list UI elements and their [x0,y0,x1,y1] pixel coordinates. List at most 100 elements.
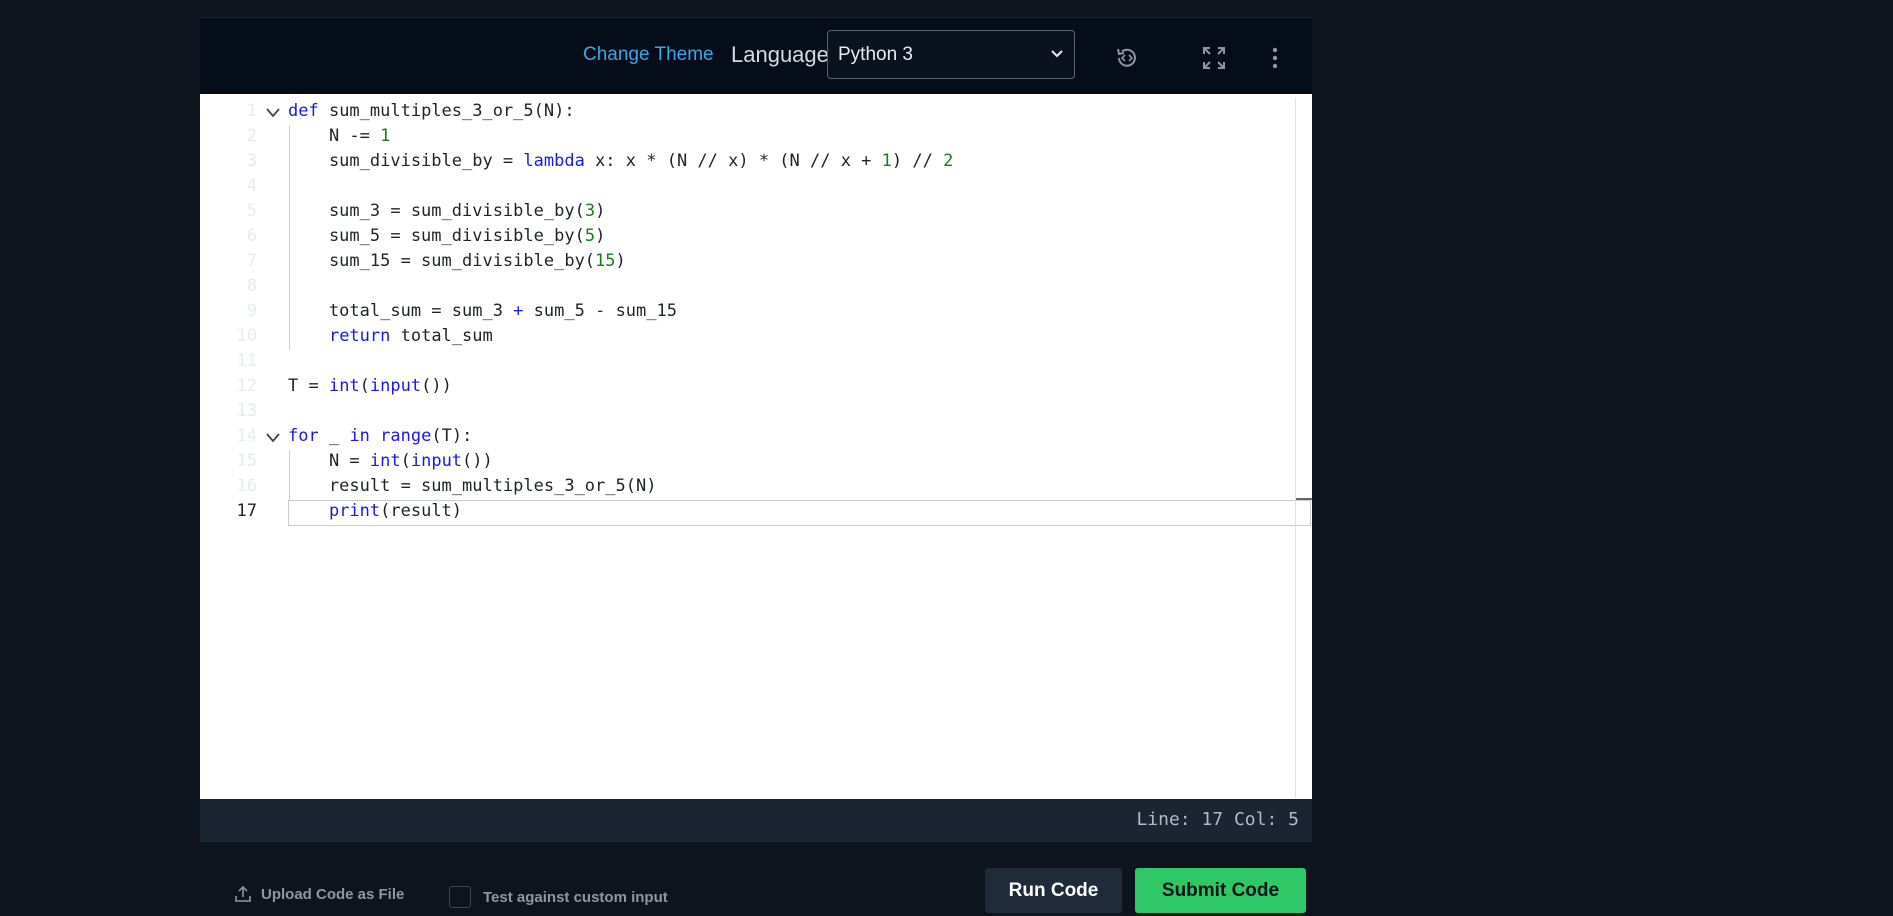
code-token: range [380,426,432,446]
code-token: ( [359,376,370,396]
code-token: total_sum [390,326,493,346]
code-token: int [328,376,360,396]
line-number: 9 [246,301,257,321]
submit-code-button[interactable]: Submit Code [1135,868,1306,913]
code-token: result = sum_multiples_3_or_5(N) [288,476,657,496]
code-token: T = [288,376,329,396]
code-token: input [410,451,463,471]
code-text: print(result) [288,501,462,521]
fold-chevron-icon[interactable] [265,106,281,120]
history-icon[interactable] [1113,44,1141,72]
code-line[interactable]: 1 def sum_multiples_3_or_5(N): [200,101,1312,126]
code-line[interactable]: 11 [200,351,1312,376]
line-number: 1 [246,101,257,121]
code-token: 2 [943,151,954,171]
line-number: 17 [236,501,257,521]
code-token: print [328,501,381,521]
line-number: 12 [236,376,257,396]
chevron-down-icon [1051,50,1063,58]
custom-input-label: Test against custom input [483,888,668,906]
language-label: Language [731,42,829,67]
language-select[interactable]: Python 3 [827,30,1075,79]
line-number: 13 [236,401,257,421]
code-token: N = [288,451,370,471]
code-token: N -= [288,126,381,146]
language-select-value: Python 3 [838,43,913,65]
code-line[interactable]: 16 result = sum_multiples_3_or_5(N) [200,476,1312,501]
code-token: ()) [421,376,452,396]
code-text: sum_5 = sum_divisible_by(5) [288,226,605,246]
line-number: 7 [246,251,257,271]
code-line[interactable]: 13 [200,401,1312,426]
line-number: 10 [236,326,257,346]
code-line[interactable]: 7 sum_15 = sum_divisible_by(15) [200,251,1312,276]
line-number: 11 [236,351,257,371]
code-token: sum_15 [605,301,677,321]
code-token: sum_multiples_3_or_5(N): [318,101,575,121]
code-token: in [349,426,370,446]
code-token: int [369,451,401,471]
code-line[interactable]: 3 sum_divisible_by = lambda x: x * (N //… [200,151,1312,176]
code-token: input [369,376,422,396]
fullscreen-icon[interactable] [1200,44,1228,72]
code-text: sum_3 = sum_divisible_by(3) [288,201,605,221]
line-number: 15 [236,451,257,471]
fold-chevron-icon[interactable] [265,431,281,445]
cursor-position: Line: 17 Col: 5 [1136,809,1299,830]
code-line[interactable]: 14 for _ in range(T): [200,426,1312,451]
code-token: 3 [584,201,596,221]
code-token: for [288,426,319,446]
code-token: 15 [595,251,616,271]
code-token: sum_5 = sum_divisible_by( [288,226,585,246]
status-bar: Line: 17 Col: 5 [200,799,1312,842]
more-vertical-icon[interactable] [1261,44,1289,72]
run-code-button[interactable]: Run Code [985,868,1122,913]
upload-code-button[interactable]: Upload Code as File [235,885,404,903]
code-token: sum_3 = sum_divisible_by( [288,201,585,221]
code-text: result = sum_multiples_3_or_5(N) [288,476,657,496]
code-line[interactable]: 9 total_sum = sum_3 + sum_5 - sum_15 [200,301,1312,326]
line-number: 16 [236,476,257,496]
code-line[interactable]: 2 N -= 1 [200,126,1312,151]
code-token: 5 [584,226,596,246]
custom-input-option[interactable]: Test against custom input [449,886,668,908]
line-number: 6 [246,226,257,246]
code-text: return total_sum [288,326,493,346]
code-line[interactable]: 10 return total_sum [200,326,1312,351]
code-token: _ [318,426,350,446]
code-token: sum_5 [523,301,596,321]
code-token: sum_15 = sum_divisible_by( [288,251,596,271]
code-line[interactable]: 8 [200,276,1312,301]
line-number: 8 [246,276,257,296]
code-token: x: x * (N // x) * (N // x + [584,151,882,171]
upload-code-label: Upload Code as File [261,885,405,903]
code-line[interactable]: 4 [200,176,1312,201]
code-token: ( [400,451,411,471]
code-token: def [288,101,319,121]
code-line[interactable]: 6 sum_5 = sum_divisible_by(5) [200,226,1312,251]
code-text: def sum_multiples_3_or_5(N): [288,101,575,121]
code-token: 1 [380,126,391,146]
code-token: (result) [380,501,463,521]
code-token: + [513,301,524,321]
code-token: (T): [431,426,473,446]
code-text: N -= 1 [288,126,390,146]
line-number: 4 [246,176,257,196]
change-theme-link[interactable]: Change Theme [583,44,714,66]
code-token: ()) [462,451,493,471]
code-text: for _ in range(T): [288,426,472,446]
line-number: 14 [236,426,257,446]
custom-input-checkbox[interactable] [449,886,471,908]
code-line[interactable]: 15 N = int(input()) [200,451,1312,476]
code-token: ) [595,201,606,221]
code-line[interactable]: 5 sum_3 = sum_divisible_by(3) [200,201,1312,226]
code-line[interactable]: 17 print(result) [200,501,1312,526]
code-token: - [595,301,606,321]
code-token: lambda [523,151,585,171]
code-token: ) [595,226,606,246]
code-token: ) // [891,151,944,171]
code-line[interactable]: 12 T = int(input()) [200,376,1312,401]
